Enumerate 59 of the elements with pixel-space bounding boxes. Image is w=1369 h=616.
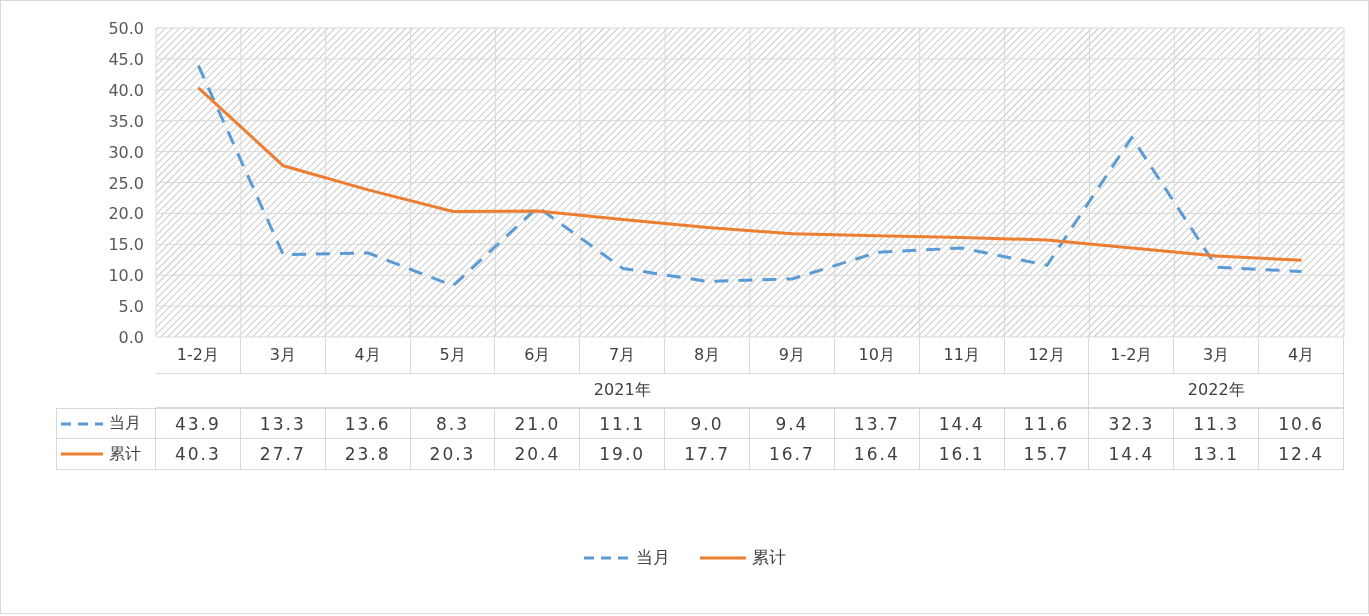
legend-label: 累计 — [751, 546, 786, 569]
table-cell: 17.7 — [665, 439, 750, 470]
category-label: 5月 — [410, 338, 496, 374]
table-cell: 13.6 — [325, 408, 411, 439]
category-label: 4月 — [1259, 338, 1344, 374]
table-cell: 16.7 — [750, 439, 835, 470]
table-cell: 9.0 — [665, 408, 750, 439]
category-label: 6月 — [495, 338, 581, 374]
axis-label: 50.0 — [108, 19, 144, 38]
table-cell: 21.0 — [495, 408, 581, 439]
table-cell: 14.4 — [1089, 439, 1175, 470]
table-cell: 32.3 — [1089, 408, 1175, 439]
table-cell: 11.6 — [1004, 408, 1090, 439]
table-cell: 20.4 — [495, 439, 581, 470]
series-name: 累计 — [109, 443, 141, 465]
table-cell: 8.3 — [410, 408, 496, 439]
table-cell: 16.4 — [834, 439, 920, 470]
table-cell: 13.1 — [1174, 439, 1260, 470]
axis-label: 10.0 — [108, 266, 144, 286]
category-label: 7月 — [580, 338, 666, 374]
table-cell: 40.3 — [156, 439, 241, 470]
table-cell: 15.7 — [1004, 439, 1090, 470]
table-cell: 23.8 — [325, 439, 411, 470]
table-cell: 10.6 — [1259, 408, 1344, 439]
table-cell: 11.3 — [1174, 408, 1260, 439]
table-cell: 13.7 — [834, 408, 920, 439]
table-cell: 12.4 — [1259, 439, 1344, 470]
category-label: 4月 — [325, 338, 411, 374]
axis-label: 40.0 — [108, 80, 144, 100]
table-cell: 11.1 — [580, 408, 666, 439]
category-label: 3月 — [1174, 338, 1260, 374]
category-label: 10月 — [834, 338, 920, 374]
axis-label: 0.0 — [118, 328, 144, 347]
table-cell: 19.0 — [580, 439, 666, 470]
category-label: 9月 — [750, 338, 835, 374]
table-cell: 14.4 — [919, 408, 1005, 439]
year-label: 2022年 — [1089, 374, 1344, 408]
table-cell: 27.7 — [240, 439, 326, 470]
axis-label: 45.0 — [108, 49, 144, 69]
axis-label: 20.0 — [108, 204, 144, 224]
table-cell: 16.1 — [919, 439, 1005, 470]
category-label: 3月 — [240, 338, 326, 374]
axis-label: 30.0 — [108, 142, 144, 162]
table-cell: 13.3 — [240, 408, 326, 439]
category-label: 1-2月 — [156, 338, 241, 374]
axis-label: 35.0 — [108, 111, 144, 131]
table-cell: 20.3 — [410, 439, 496, 470]
category-label: 8月 — [665, 338, 750, 374]
category-label: 11月 — [919, 338, 1005, 374]
year-label: 2021年 — [156, 374, 1090, 408]
axis-label: 25.0 — [108, 173, 144, 193]
category-label: 1-2月 — [1089, 338, 1175, 374]
table-cell: 43.9 — [156, 408, 241, 439]
legend-label: 当月 — [635, 546, 670, 569]
axis-label: 15.0 — [108, 235, 144, 255]
table-cell: 9.4 — [750, 408, 835, 439]
series-name: 当月 — [109, 413, 141, 434]
axis-label: 5.0 — [118, 297, 144, 317]
category-label: 12月 — [1004, 338, 1090, 374]
